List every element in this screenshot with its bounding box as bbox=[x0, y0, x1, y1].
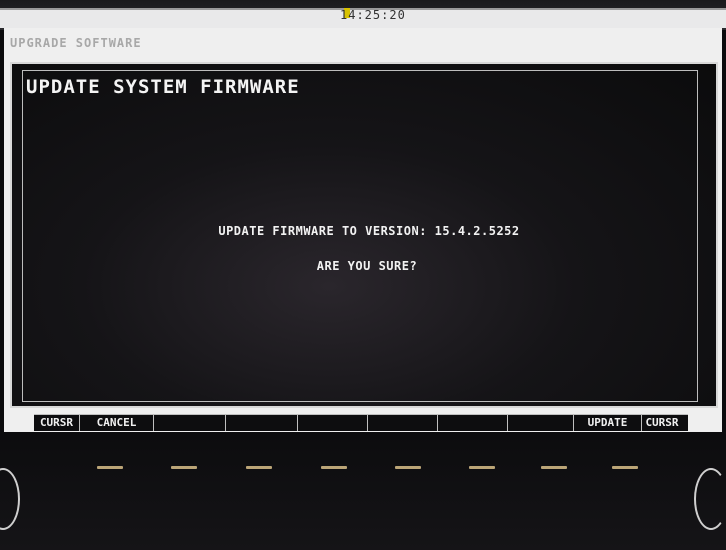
hardware-softkey-button[interactable] bbox=[97, 466, 123, 469]
softkey-cursr-left[interactable]: CURSR bbox=[34, 415, 80, 431]
hardware-softkey-button[interactable] bbox=[321, 466, 347, 469]
hardware-softkey-button[interactable] bbox=[395, 466, 421, 469]
hardware-softkey-button[interactable] bbox=[541, 466, 567, 469]
hardware-softkey-button[interactable] bbox=[246, 466, 272, 469]
softkey-3[interactable] bbox=[154, 415, 226, 431]
softkey-bar: CURSR CANCEL UPDATE CURSR bbox=[34, 414, 688, 431]
right-knob[interactable] bbox=[694, 468, 726, 530]
softkey-cursr-right[interactable]: CURSR bbox=[642, 415, 682, 431]
softkey-7[interactable] bbox=[438, 415, 508, 431]
hardware-softkey-button[interactable] bbox=[612, 466, 638, 469]
softkey-cancel[interactable]: CANCEL bbox=[80, 415, 154, 431]
softkey-6[interactable] bbox=[368, 415, 438, 431]
softkey-5[interactable] bbox=[298, 415, 368, 431]
hardware-softkey-button[interactable] bbox=[469, 466, 495, 469]
softkey-4[interactable] bbox=[226, 415, 298, 431]
dialog-title: UPDATE SYSTEM FIRMWARE bbox=[26, 76, 300, 98]
hardware-softkey-button[interactable] bbox=[171, 466, 197, 469]
top-clock: 14:25:20 bbox=[340, 8, 406, 22]
screen-label: UPGRADE SOFTWARE bbox=[10, 36, 142, 50]
softkey-8[interactable] bbox=[508, 415, 574, 431]
confirm-message: UPDATE FIRMWARE TO VERSION: 15.4.2.5252 bbox=[218, 224, 520, 238]
softkey-update[interactable]: UPDATE bbox=[574, 415, 642, 431]
hardware-button-area bbox=[0, 432, 726, 550]
confirm-question: ARE YOU SURE? bbox=[316, 259, 418, 273]
